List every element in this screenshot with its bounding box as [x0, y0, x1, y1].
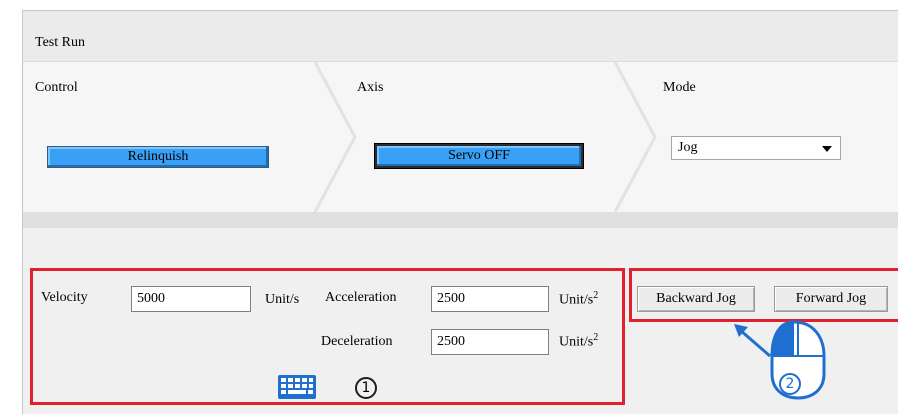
servo-off-button[interactable]: Servo OFF	[374, 143, 584, 169]
mode-select[interactable]: Jog	[671, 136, 841, 160]
section-divider	[23, 212, 898, 228]
mode-label: Mode	[663, 80, 696, 95]
panel-title: Test Run	[35, 35, 85, 50]
step-1-marker: 1	[355, 377, 377, 399]
axis-label: Axis	[357, 80, 384, 95]
jog-highlight-box	[629, 268, 898, 322]
title-bar: Test Run	[23, 11, 898, 62]
control-label: Control	[35, 80, 78, 95]
relinquish-button[interactable]: Relinquish	[47, 146, 269, 168]
chevron-down-icon[interactable]	[822, 146, 832, 152]
keyboard-icon	[278, 375, 316, 399]
step-2-marker: 2	[779, 373, 801, 395]
mode-select-value: Jog	[678, 140, 698, 155]
